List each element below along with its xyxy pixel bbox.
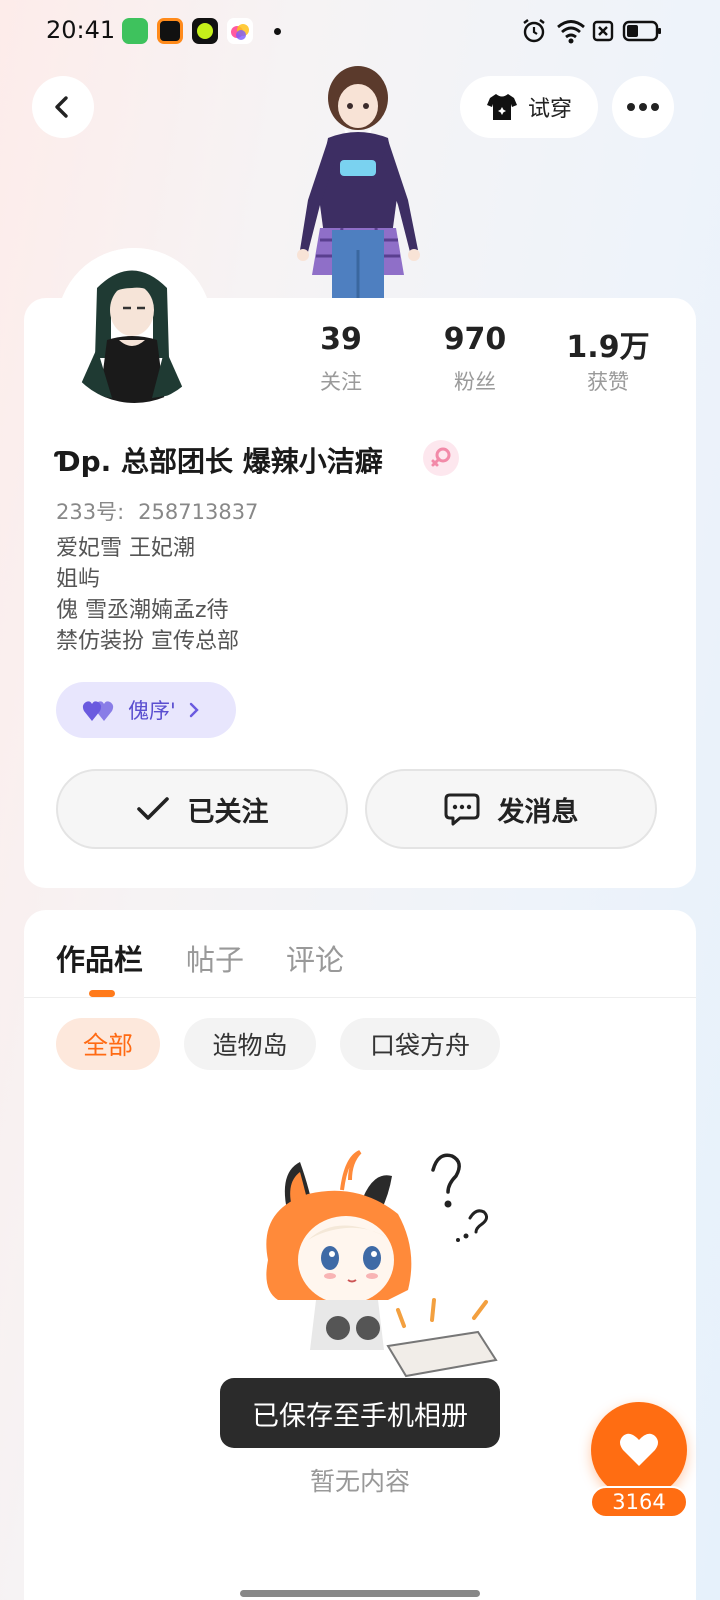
app-icon-lime xyxy=(192,18,218,44)
back-arrow-icon xyxy=(55,96,68,118)
message-button[interactable]: 发消息 xyxy=(365,769,657,849)
likes-received-label[interactable]: 获赞 xyxy=(548,366,668,396)
battery-icon xyxy=(622,20,661,42)
like-count: 3164 xyxy=(590,1486,688,1518)
3d-avatar-character[interactable] xyxy=(280,60,430,300)
notification-dot xyxy=(274,28,281,35)
tab-comments[interactable]: 评论 xyxy=(286,937,344,979)
try-on-button[interactable]: 试穿 xyxy=(460,76,598,138)
wifi-icon xyxy=(557,20,585,44)
toast-saved: 已保存至手机相册 xyxy=(220,1378,500,1448)
bio-line: 傀 雪丞潮婻孟z待 xyxy=(56,598,229,623)
bio-line: 姐屿 xyxy=(56,567,101,592)
more-icon xyxy=(627,103,659,111)
user-id-label: 233号: xyxy=(56,500,125,524)
home-indicator[interactable] xyxy=(240,1590,480,1597)
chat-bubble-icon xyxy=(444,793,479,826)
empty-state-illustration xyxy=(266,1150,498,1378)
likes-received-count[interactable]: 1.9万 xyxy=(548,322,668,366)
tshirt-icon xyxy=(486,94,517,120)
group-chip-label: 傀序' xyxy=(128,699,176,723)
status-time: 20:41 xyxy=(46,16,116,44)
female-icon xyxy=(431,447,451,467)
app-icon-green xyxy=(122,18,148,44)
bio-line: 爱妃雪 王妃潮 xyxy=(56,536,195,561)
alarm-icon xyxy=(523,19,545,43)
filter-pocket-ark[interactable]: 口袋方舟 xyxy=(340,1018,500,1070)
check-icon xyxy=(136,797,169,820)
filter-all[interactable]: 全部 xyxy=(56,1018,160,1070)
gender-badge xyxy=(423,440,459,476)
message-button-label: 发消息 xyxy=(497,796,579,828)
following-count[interactable]: 39 xyxy=(281,322,401,357)
try-on-label: 试穿 xyxy=(527,97,572,122)
tab-divider xyxy=(24,997,696,998)
chevron-right-icon xyxy=(189,702,199,718)
avatar[interactable] xyxy=(57,248,212,403)
following-button-label: 已关注 xyxy=(187,796,269,828)
app-icon-colorful xyxy=(227,18,253,44)
following-button[interactable]: 已关注 xyxy=(56,769,348,849)
sim-off-icon xyxy=(592,20,614,42)
user-id: 233号: 258713837 xyxy=(56,496,258,526)
user-id-value: 258713837 xyxy=(138,500,259,524)
like-button[interactable] xyxy=(591,1402,687,1498)
followers-label[interactable]: 粉丝 xyxy=(415,366,535,396)
following-label[interactable]: 关注 xyxy=(281,366,401,396)
bio-line: 禁仿装扮 宣传总部 xyxy=(56,629,239,654)
app-icon-orange xyxy=(157,18,183,44)
tab-works[interactable]: 作品栏 xyxy=(56,937,143,979)
filter-creation-island[interactable]: 造物岛 xyxy=(184,1018,316,1070)
double-heart-icon xyxy=(82,701,114,721)
group-chip[interactable]: 傀序' xyxy=(56,682,236,738)
tab-posts[interactable]: 帖子 xyxy=(186,937,244,979)
more-button[interactable] xyxy=(612,76,674,138)
user-nickname: Ɗp. 总部团长 爆辣小洁癖 xyxy=(56,445,383,478)
tab-indicator xyxy=(89,990,115,997)
followers-count[interactable]: 970 xyxy=(415,322,535,357)
heart-icon xyxy=(620,1433,658,1466)
back-button[interactable] xyxy=(32,76,94,138)
